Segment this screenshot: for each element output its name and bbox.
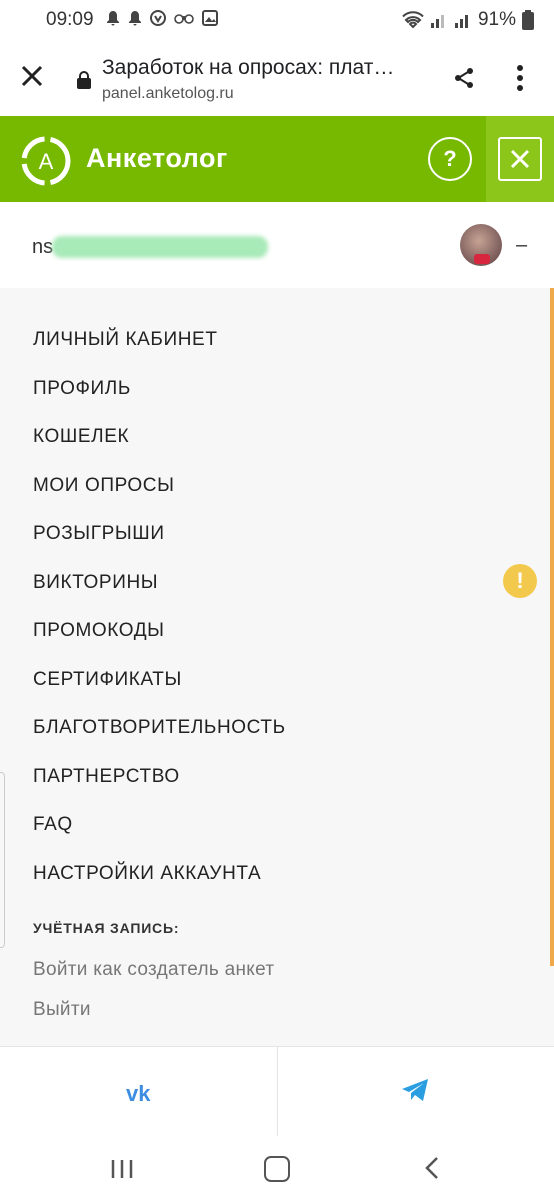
logout-link[interactable]: Выйти — [33, 999, 91, 1021]
battery-icon — [522, 10, 534, 30]
menu-item-my-surveys[interactable]: МОИ ОПРОСЫ — [33, 475, 175, 497]
close-icon — [510, 149, 530, 169]
site-header: А Анкетолог ? — [0, 116, 554, 202]
brand-name[interactable]: Анкетолог — [86, 143, 228, 174]
system-nav-bar — [0, 1136, 554, 1200]
menu-item-quizzes[interactable]: ВИКТОРИНЫ — [33, 572, 158, 594]
tripadvisor-icon — [174, 14, 194, 24]
menu-item-cabinet[interactable]: ЛИЧНЫЙ КАБИНЕТ — [33, 329, 218, 351]
user-dropdown-toggle[interactable]: – — [516, 234, 527, 257]
drawer-edge-handle[interactable] — [0, 772, 5, 948]
avatar-detail — [474, 254, 490, 264]
signal-icon — [430, 15, 444, 28]
account-heading: УЧЁТНАЯ ЗАПИСЬ: — [33, 920, 180, 936]
status-right: 91% — [402, 9, 534, 31]
social-links: vk — [0, 1046, 554, 1137]
menu-item-faq[interactable]: FAQ — [33, 814, 73, 836]
menu-item-wallet[interactable]: КОШЕЛЕК — [33, 426, 129, 448]
page-title[interactable]: Заработок на опросах: плат… — [102, 56, 394, 80]
notification-icons — [106, 10, 218, 26]
side-menu: ЛИЧНЫЙ КАБИНЕТ ПРОФИЛЬ КОШЕЛЕК МОИ ОПРОС… — [0, 288, 554, 1046]
app-icon — [150, 10, 166, 26]
back-icon[interactable] — [424, 1156, 440, 1180]
scrollbar[interactable] — [550, 288, 554, 966]
menu-item-certificates[interactable]: СЕРТИФИКАТЫ — [33, 669, 182, 691]
signal-icon — [454, 15, 468, 28]
close-menu-frame — [498, 137, 542, 181]
lock-icon — [77, 71, 91, 89]
page-url[interactable]: panel.anketolog.ru — [102, 85, 234, 103]
browser-toolbar: Заработок на опросах: плат… panel.anketo… — [0, 40, 554, 116]
divider — [277, 1047, 278, 1137]
menu-item-partnership[interactable]: ПАРТНЕРСТВО — [33, 766, 180, 788]
close-icon[interactable] — [18, 62, 46, 90]
menu-item-giveaways[interactable]: РОЗЫГРЫШИ — [33, 523, 165, 545]
vk-icon[interactable]: vk — [126, 1081, 150, 1107]
home-icon[interactable] — [264, 1156, 290, 1182]
user-name: ns — [32, 236, 54, 258]
logo-letter: А — [39, 149, 54, 174]
warning-badge: ! — [503, 564, 537, 598]
avatar[interactable] — [460, 224, 502, 266]
battery-percent: 91% — [477, 9, 516, 30]
login-as-creator-link[interactable]: Войти как создатель анкет — [33, 959, 274, 981]
menu-item-account-settings[interactable]: НАСТРОЙКИ АККАУНТА — [33, 863, 261, 885]
menu-item-charity[interactable]: БЛАГОТВОРИТЕЛЬНОСТЬ — [33, 717, 286, 739]
recent-apps-icon[interactable] — [110, 1158, 134, 1180]
status-time: 09:09 — [46, 9, 94, 30]
status-bar: 09:09 91% — [0, 0, 554, 40]
share-icon[interactable] — [452, 66, 476, 90]
menu-item-promocodes[interactable]: ПРОМОКОДЫ — [33, 620, 165, 642]
close-menu-button[interactable] — [486, 116, 554, 202]
image-icon — [202, 10, 218, 26]
wifi-icon — [402, 11, 424, 29]
bell-icon — [107, 11, 119, 26]
bell-icon — [129, 11, 141, 26]
help-button[interactable]: ? — [428, 137, 472, 181]
user-row[interactable]: ns – — [0, 202, 554, 288]
redacted-username — [52, 236, 268, 258]
telegram-icon[interactable] — [400, 1077, 430, 1103]
menu-item-profile[interactable]: ПРОФИЛЬ — [33, 378, 131, 400]
anketolog-logo-icon[interactable]: А — [20, 135, 72, 187]
more-vert-icon[interactable] — [514, 64, 526, 92]
